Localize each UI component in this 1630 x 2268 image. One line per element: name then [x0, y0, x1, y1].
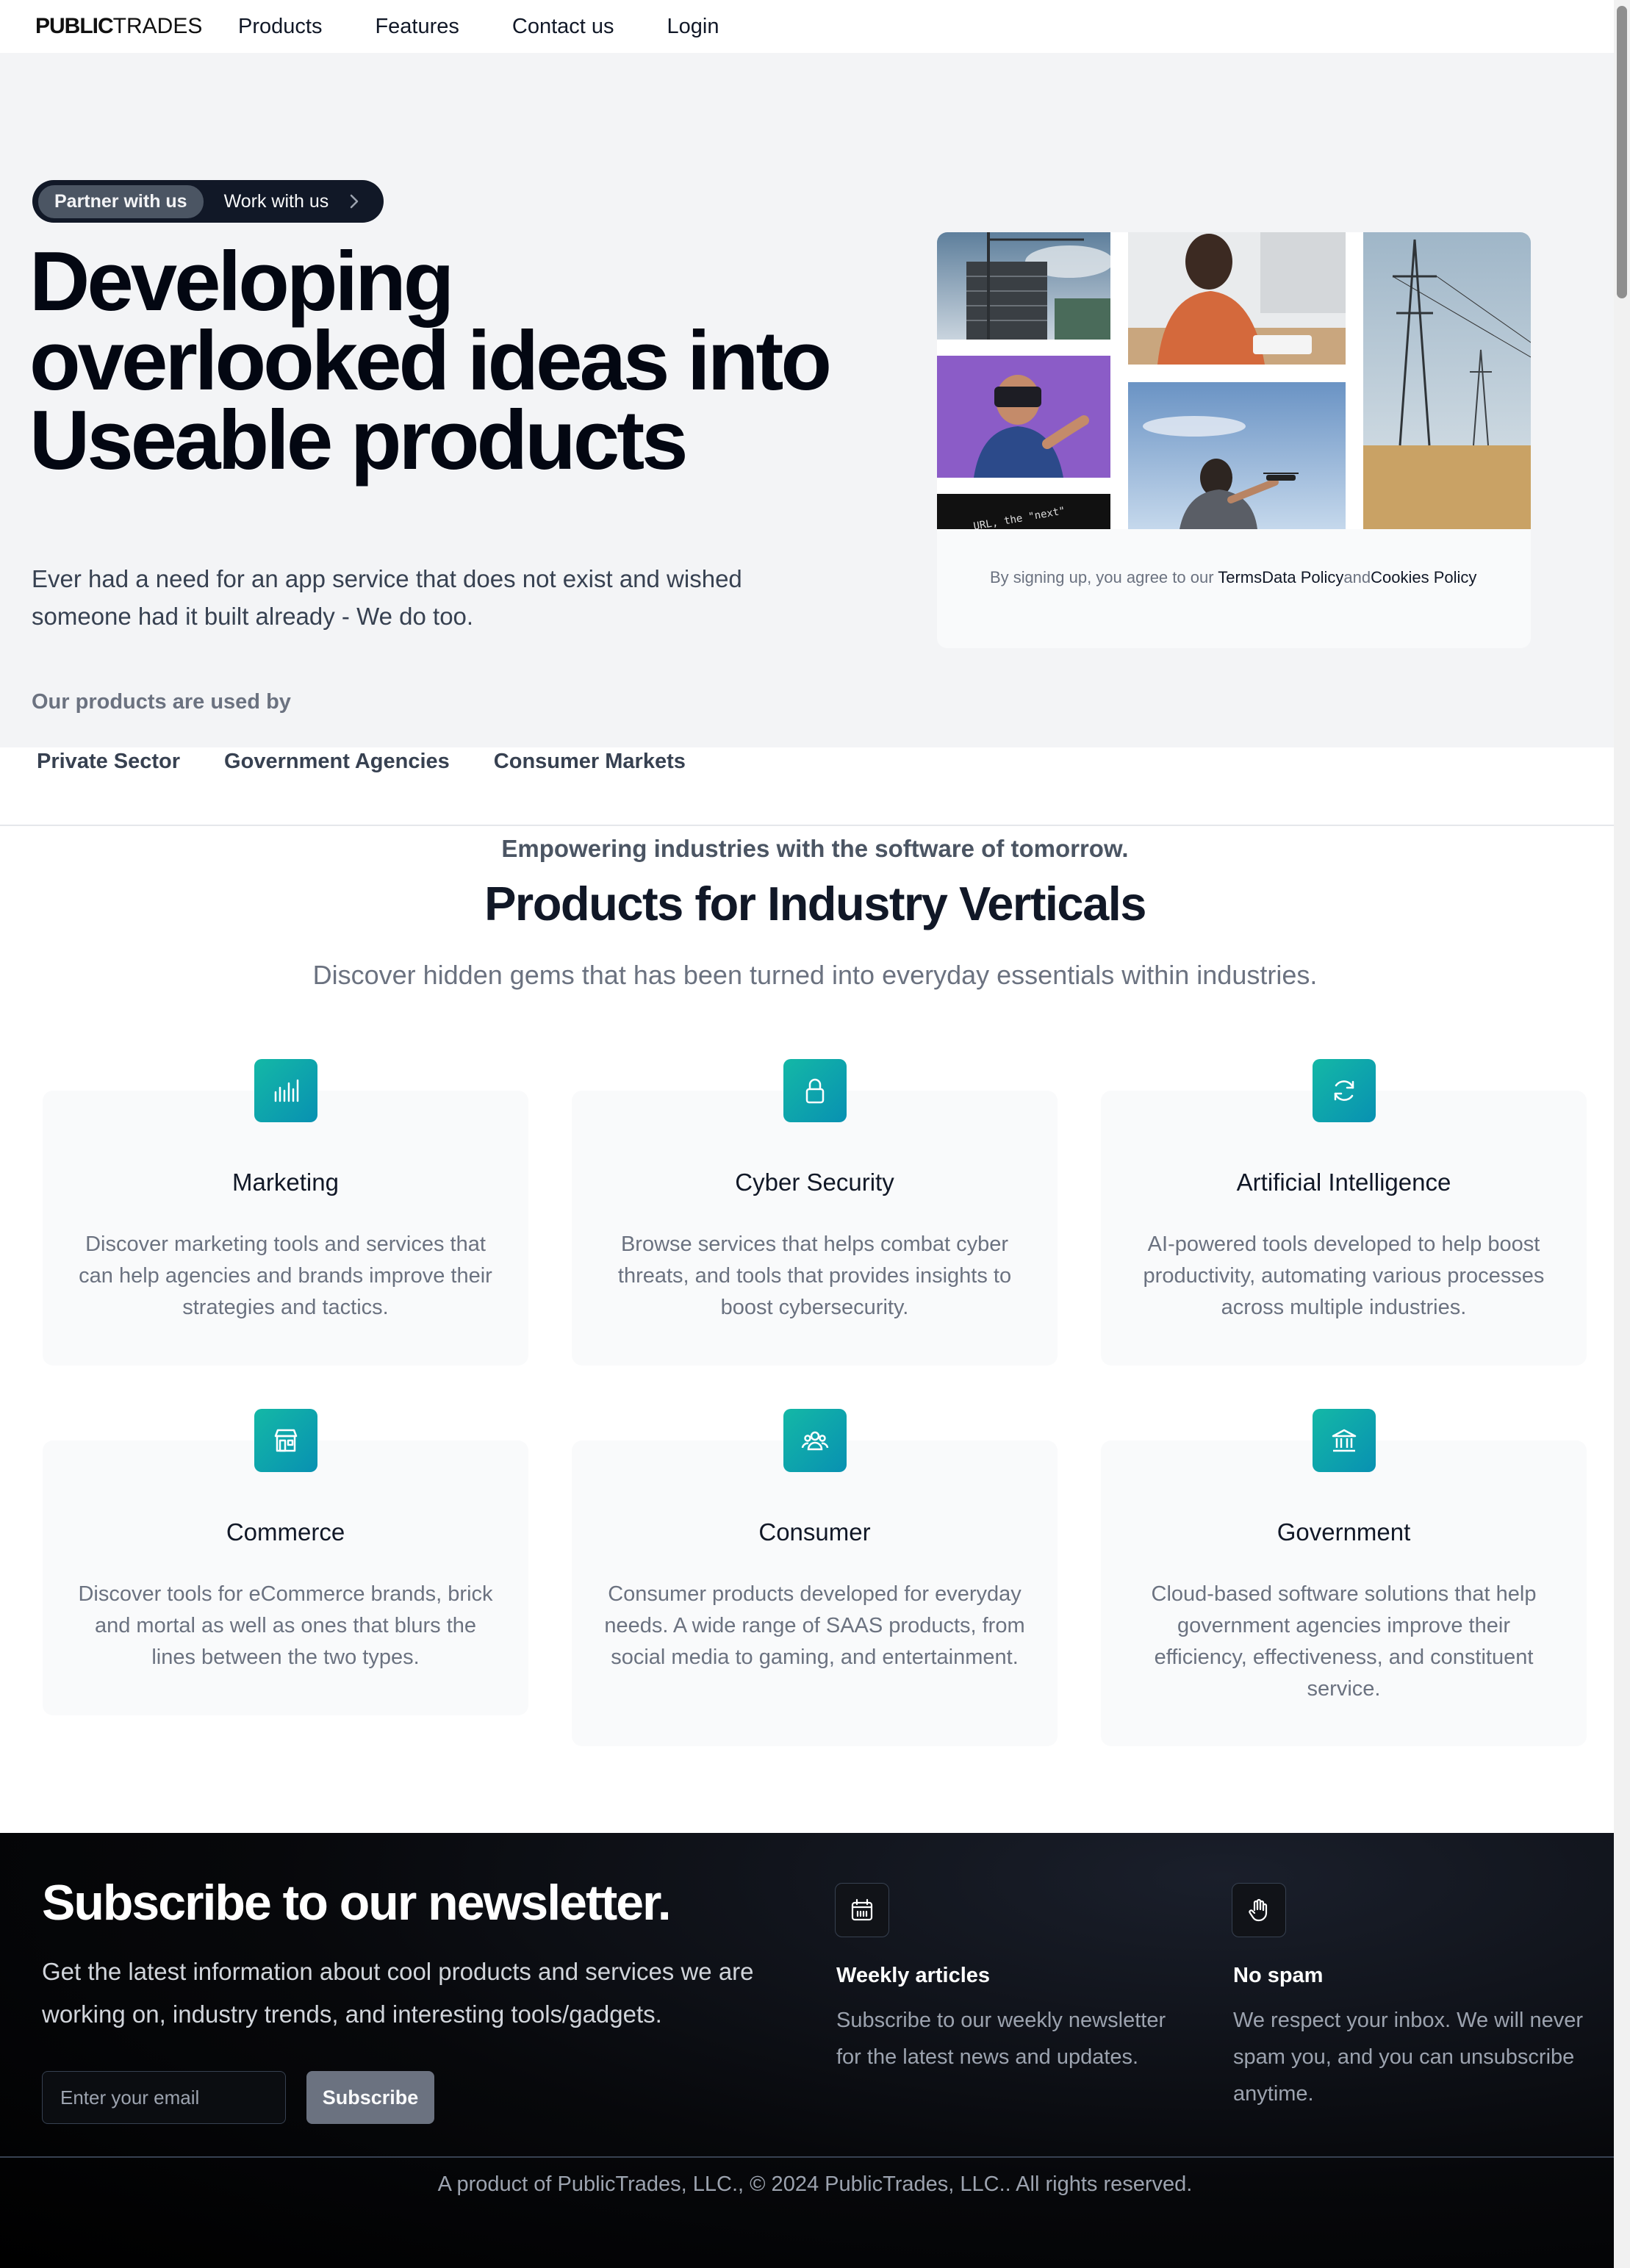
logo-light: TRADES	[112, 14, 203, 38]
signup-terms: By signing up, you agree to our TermsDat…	[990, 564, 1490, 591]
footer-divider	[0, 2156, 1630, 2158]
card-text: Discover tools for eCommerce brands, bri…	[78, 1582, 493, 1669]
calendar-icon	[835, 1883, 889, 1937]
product-card-cyber-security[interactable]: Cyber Security Browse services that help…	[572, 1091, 1058, 1366]
sector-item: Private Sector	[37, 750, 181, 773]
feature-text: We respect your inbox. We will never spa…	[1233, 2009, 1584, 2106]
used-by-label: Our products are used by	[32, 690, 291, 714]
card-title: Cyber Security	[735, 1169, 894, 1196]
hero-title: Developing overlooked ideas into Useable…	[29, 235, 838, 487]
partner-button[interactable]: Partner with us	[38, 184, 204, 218]
person-working-image	[1128, 232, 1346, 365]
newsletter-subtitle: Get the latest information about cool pr…	[42, 1958, 754, 2028]
construction-image	[937, 232, 1110, 340]
drone-image	[1128, 382, 1346, 529]
hero-title-line: Useable products	[29, 394, 689, 487]
vr-headset-image	[937, 356, 1110, 478]
nav-links: Products Features Contact us Login	[238, 15, 772, 39]
code-screen-image: URL, the "next"	[937, 494, 1110, 529]
terms-prefix: By signing up, you agree to our	[990, 568, 1218, 586]
nav-link-login[interactable]: Login	[667, 15, 719, 39]
sector-list: Private Sector Government Agencies Consu…	[37, 750, 730, 774]
top-nav: PUBLIC TRADES Products Features Contact u…	[0, 0, 1630, 53]
card-title: Commerce	[226, 1518, 345, 1546]
power-lines-image	[1363, 232, 1531, 529]
product-card-government[interactable]: Government Cloud-based software solution…	[1101, 1440, 1587, 1746]
cta-pill: Partner with us Work with us	[32, 180, 384, 223]
card-title: Government	[1277, 1518, 1411, 1546]
sector-item: Consumer Markets	[493, 750, 686, 773]
logo-bold: PUBLIC	[35, 14, 114, 38]
section-divider	[0, 825, 1630, 826]
scrollbar-thumb[interactable]	[1617, 6, 1627, 298]
card-title: Consumer	[758, 1518, 871, 1546]
bank-icon	[1313, 1409, 1376, 1472]
work-with-us-link[interactable]: Work with us	[224, 191, 329, 212]
product-card-marketing[interactable]: Marketing Discover marketing tools and s…	[43, 1091, 528, 1366]
hero-section: Partner with us Work with us Developing …	[0, 53, 1630, 773]
newsletter-title: Subscribe to our newsletter.	[42, 1875, 672, 1931]
cookies-policy-link[interactable]: Cookies Policy	[1371, 568, 1476, 586]
hero-title-line: Developing	[29, 235, 454, 329]
nav-link-features[interactable]: Features	[375, 15, 459, 39]
email-input[interactable]: Enter your email	[42, 2071, 286, 2124]
nav-link-contact[interactable]: Contact us	[512, 15, 614, 39]
chart-bars-icon	[254, 1059, 317, 1122]
products-eyebrow: Empowering industries with the software …	[501, 835, 1129, 862]
card-title: Marketing	[232, 1169, 339, 1196]
product-card-consumer[interactable]: Consumer Consumer products developed for…	[572, 1440, 1058, 1746]
logo[interactable]: PUBLIC TRADES	[35, 14, 202, 39]
footer-copyright: A product of PublicTrades, LLC., © 2024 …	[437, 2172, 1193, 2196]
users-icon	[783, 1409, 847, 1472]
product-card-commerce[interactable]: Commerce Discover tools for eCommerce br…	[43, 1440, 528, 1715]
products-title: Products for Industry Verticals	[484, 877, 1146, 930]
subscribe-button[interactable]: Subscribe	[306, 2071, 434, 2124]
sector-item: Government Agencies	[224, 750, 450, 773]
nav-link-products[interactable]: Products	[238, 15, 322, 39]
chevron-right-icon[interactable]	[349, 193, 365, 209]
hero-title-line: overlooked ideas into	[29, 315, 832, 408]
refresh-icon	[1313, 1059, 1376, 1122]
feature-text: Subscribe to our weekly newsletter for t…	[836, 2009, 1166, 2069]
card-text: Discover marketing tools and services th…	[79, 1232, 492, 1319]
storefront-icon	[254, 1409, 317, 1472]
feature-title: No spam	[1233, 1964, 1324, 1987]
hand-icon	[1232, 1883, 1286, 1937]
data-policy-link[interactable]: Data Policy	[1262, 568, 1343, 586]
card-text: AI-powered tools developed to help boost…	[1143, 1232, 1545, 1319]
terms-and: and	[1343, 568, 1371, 586]
signup-panel: URL, the "next" By signing up, you agree…	[937, 232, 1531, 648]
page-scrollbar[interactable]	[1614, 0, 1630, 2268]
terms-link[interactable]: Terms	[1218, 568, 1262, 586]
image-mosaic: URL, the "next"	[937, 232, 1531, 529]
card-title: Artificial Intelligence	[1236, 1169, 1451, 1196]
card-text: Consumer products developed for everyday…	[604, 1582, 1025, 1669]
newsletter-section: Subscribe to our newsletter. Get the lat…	[0, 1833, 1630, 2268]
card-text: Cloud-based software solutions that help…	[1151, 1582, 1537, 1701]
product-card-ai[interactable]: Artificial Intelligence AI-powered tools…	[1101, 1091, 1587, 1366]
products-subtitle: Discover hidden gems that has been turne…	[312, 960, 1318, 990]
feature-title: Weekly articles	[836, 1964, 991, 1987]
hero-subtitle: Ever had a need for an app service that …	[32, 565, 742, 630]
card-text: Browse services that helps combat cyber …	[617, 1232, 1012, 1319]
lock-icon	[783, 1059, 847, 1122]
